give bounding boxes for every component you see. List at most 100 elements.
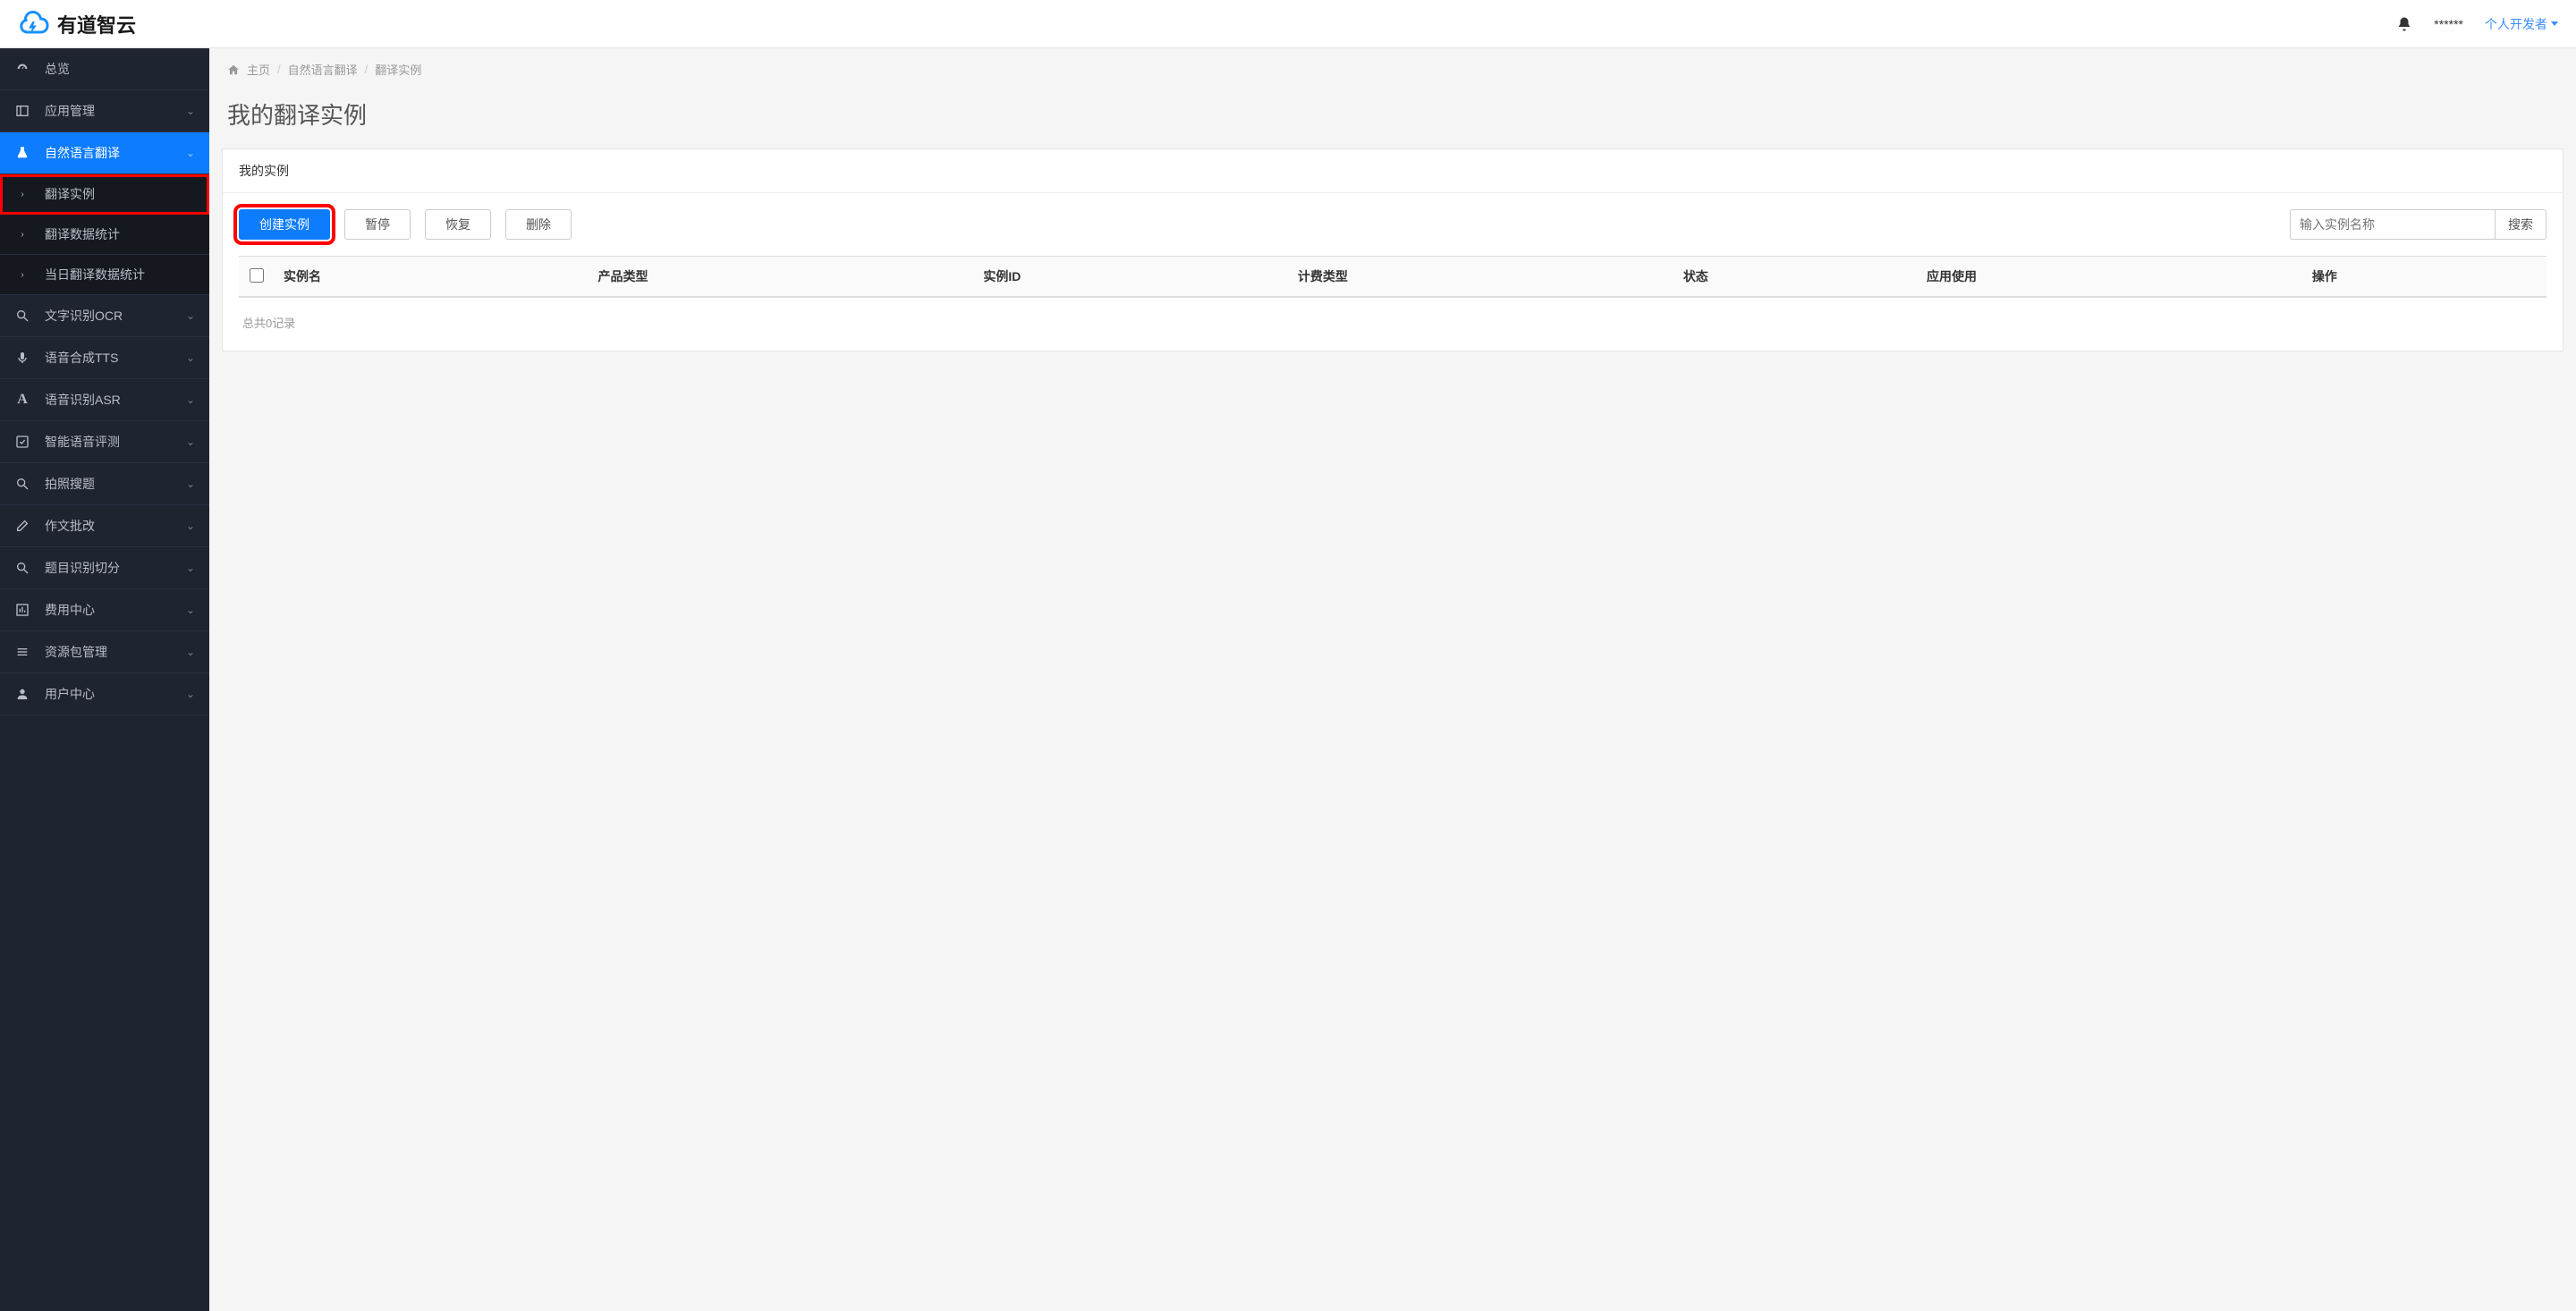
table-column-header: 实例ID [974, 257, 1289, 298]
chevron-down-icon: ⌄ [186, 562, 195, 574]
sidebar-subitem-translate-daily[interactable]: › 当日翻译数据统计 [0, 255, 209, 295]
search-group: 搜索 [2290, 209, 2546, 240]
table-column-header: 操作 [2303, 257, 2546, 298]
breadcrumb-sep: / [365, 63, 369, 76]
table-column-header: 产品类型 [589, 257, 975, 298]
chevron-down-icon: ⌄ [186, 478, 195, 490]
chevron-down-icon: ⌄ [186, 646, 195, 658]
sidebar-item-label: 资源包管理 [45, 643, 107, 661]
sidebar-item-question-seg[interactable]: 题目识别切分 ⌄ [0, 547, 209, 589]
brand-logo-icon [18, 8, 50, 40]
pause-button[interactable]: 暂停 [344, 209, 411, 240]
record-summary: 总共0记录 [239, 298, 2546, 334]
sidebar-item-label: 翻译数据统计 [45, 225, 120, 243]
sidebar-item-label: 应用管理 [45, 102, 95, 120]
sidebar-item-label: 智能语音评测 [45, 433, 120, 451]
chevron-down-icon: ⌄ [186, 351, 195, 364]
home-icon [227, 63, 240, 76]
sidebar-item-voice-eval[interactable]: 智能语音评测 ⌄ [0, 421, 209, 463]
search-icon [14, 309, 30, 323]
table-column-header: 应用使用 [1918, 257, 2303, 298]
sidebar-item-essay[interactable]: 作文批改 ⌄ [0, 505, 209, 547]
sidebar-item-label: 用户中心 [45, 685, 95, 703]
sidebar-item-ocr[interactable]: 文字识别OCR ⌄ [0, 295, 209, 337]
sidebar-item-label: 文字识别OCR [45, 307, 123, 325]
letter-a-icon: A [14, 392, 30, 408]
sidebar-item-label: 作文批改 [45, 517, 95, 535]
sidebar-item-label: 当日翻译数据统计 [45, 266, 145, 283]
header: 有道智云 ****** 个人开发者 [0, 0, 2576, 48]
brand[interactable]: 有道智云 [18, 8, 136, 40]
breadcrumb-current: 翻译实例 [375, 61, 421, 78]
chevron-down-icon: ⌄ [186, 309, 195, 322]
sidebar-item-tts[interactable]: 语音合成TTS ⌄ [0, 337, 209, 379]
user-role-label: 个人开发者 [2485, 15, 2547, 33]
toolbar: 创建实例 暂停 恢复 删除 搜索 [239, 209, 2546, 240]
sidebar: 总览应用管理⌄自然语言翻译⌄›翻译实例›翻译数据统计›当日翻译数据统计文字识别O… [0, 48, 209, 1311]
chevron-down-icon: ⌄ [186, 520, 195, 532]
brand-text: 有道智云 [57, 10, 136, 38]
breadcrumb-home[interactable]: 主页 [247, 61, 270, 78]
sidebar-item-user-center[interactable]: 用户中心 ⌄ [0, 673, 209, 715]
edit-icon [14, 519, 30, 533]
username[interactable]: ****** [2434, 17, 2463, 31]
sidebar-subitem-translate-instance[interactable]: › 翻译实例 [0, 174, 209, 215]
sidebar-item-label: 拍照搜题 [45, 475, 95, 493]
chevron-right-icon: › [14, 190, 30, 199]
panel-header: 我的实例 [223, 149, 2563, 193]
chevron-right-icon: › [14, 270, 30, 280]
user-role-dropdown[interactable]: 个人开发者 [2485, 15, 2558, 33]
sidebar-item-label: 自然语言翻译 [45, 144, 120, 162]
sidebar-item-billing[interactable]: 费用中心 ⌄ [0, 589, 209, 631]
sidebar-item-nlp-translate[interactable]: 自然语言翻译 ⌄ [0, 132, 209, 174]
page-title: 我的翻译实例 [209, 90, 2576, 148]
chevron-right-icon: › [14, 230, 30, 240]
breadcrumb-sep: / [277, 63, 281, 76]
flask-icon [14, 146, 30, 160]
chevron-down-icon: ⌄ [186, 393, 195, 406]
sidebar-item-photo-search[interactable]: 拍照搜题 ⌄ [0, 463, 209, 505]
bell-icon[interactable] [2396, 16, 2412, 32]
user-icon [14, 687, 30, 701]
header-right: ****** 个人开发者 [2396, 15, 2558, 33]
breadcrumb: 主页 / 自然语言翻译 / 翻译实例 [209, 48, 2576, 90]
check-square-icon [14, 435, 30, 449]
chevron-down-icon: ⌄ [186, 604, 195, 616]
sidebar-item-label: 题目识别切分 [45, 559, 120, 577]
search-button[interactable]: 搜索 [2496, 209, 2546, 240]
chevron-down-icon: ⌄ [186, 147, 195, 159]
table-column-header: 状态 [1674, 257, 1918, 298]
sidebar-item-app-mgmt[interactable]: 应用管理 ⌄ [0, 90, 209, 132]
sidebar-item-label: 语音识别ASR [45, 391, 121, 409]
sidebar-item-label: 费用中心 [45, 601, 95, 619]
sidebar-item-resource[interactable]: 资源包管理 ⌄ [0, 631, 209, 673]
dashboard-icon [14, 62, 30, 76]
table-column-header: 实例名 [275, 257, 589, 298]
sidebar-subitem-translate-stats[interactable]: › 翻译数据统计 [0, 215, 209, 255]
resume-button[interactable]: 恢复 [425, 209, 491, 240]
search-icon [14, 561, 30, 575]
sidebar-item-overview[interactable]: 总览 [0, 48, 209, 90]
table-column-header: 计费类型 [1289, 257, 1674, 298]
mic-icon [14, 351, 30, 365]
sidebar-item-label: 总览 [45, 60, 70, 78]
list-icon [14, 645, 30, 659]
chevron-down-icon: ⌄ [186, 436, 195, 448]
create-instance-button[interactable]: 创建实例 [239, 209, 330, 240]
caret-down-icon [2551, 21, 2558, 26]
chevron-down-icon: ⌄ [186, 105, 195, 117]
delete-button[interactable]: 删除 [505, 209, 572, 240]
instance-panel: 我的实例 创建实例 暂停 恢复 删除 搜索 实例名产品类型实例ID计费类型状态应… [222, 148, 2563, 351]
sidebar-item-asr[interactable]: A 语音识别ASR ⌄ [0, 379, 209, 421]
sidebar-item-label: 语音合成TTS [45, 349, 118, 367]
search-icon [14, 477, 30, 491]
select-all-checkbox[interactable] [250, 268, 264, 283]
breadcrumb-section[interactable]: 自然语言翻译 [288, 61, 358, 78]
panel-icon [14, 104, 30, 118]
chevron-down-icon: ⌄ [186, 688, 195, 700]
sidebar-item-label: 翻译实例 [45, 185, 95, 203]
instance-table: 实例名产品类型实例ID计费类型状态应用使用操作 [239, 256, 2546, 298]
main-content: 主页 / 自然语言翻译 / 翻译实例 我的翻译实例 我的实例 创建实例 暂停 恢… [209, 48, 2576, 1311]
chart-icon [14, 603, 30, 617]
search-input[interactable] [2290, 209, 2496, 240]
